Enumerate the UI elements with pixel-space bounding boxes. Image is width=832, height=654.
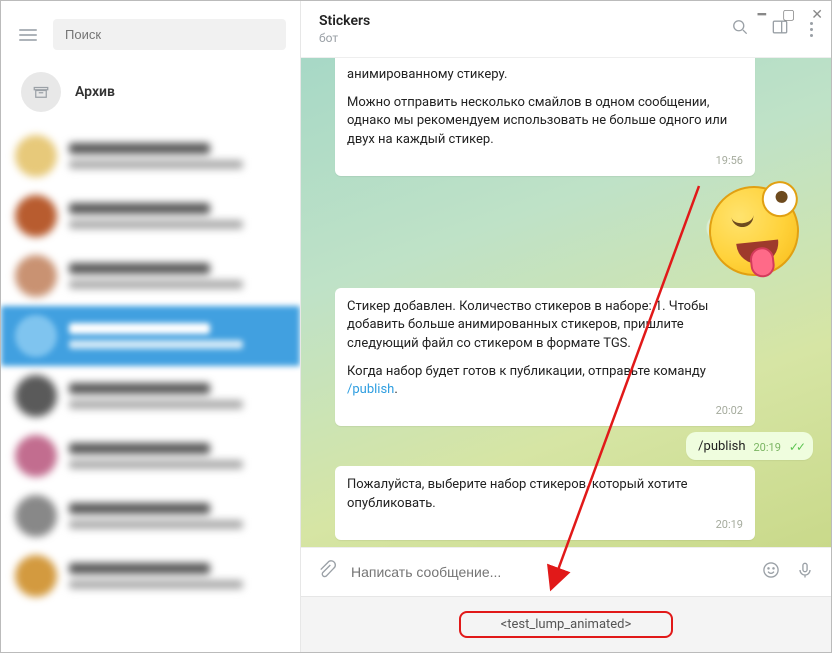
message-in: Пожалуйста, выберите набор стикеров, кот…	[335, 466, 755, 540]
hamburger-menu-icon[interactable]	[15, 25, 41, 45]
microphone-icon[interactable]	[795, 560, 815, 584]
message-in: Стикер добавлен. Количество стикеров в н…	[335, 288, 755, 426]
window-close-icon[interactable]: ✕	[811, 7, 823, 23]
message-time: 20:02	[347, 403, 743, 418]
sticker-wink-emoji[interactable]	[709, 186, 805, 282]
message-span: Когда набор будет готов к публикации, от…	[347, 364, 706, 379]
chat-item[interactable]	[1, 546, 300, 606]
publish-link[interactable]: /publish	[347, 382, 394, 397]
chat-item[interactable]	[1, 486, 300, 546]
message-span: .	[394, 382, 397, 397]
read-checks-icon: ✓✓	[789, 440, 803, 454]
window-maximize-icon[interactable]: ▢	[782, 7, 795, 23]
chat-list[interactable]	[1, 126, 300, 652]
chat-item-active[interactable]	[1, 306, 300, 366]
message-composer	[301, 547, 831, 596]
chat-item[interactable]	[1, 426, 300, 486]
window-minimize-icon[interactable]: ━	[758, 7, 766, 23]
keyboard-suggestion-bar: <test_lump_animated>	[301, 596, 831, 652]
chat-body[interactable]: анимированному стикеру. Можно отправить …	[301, 58, 831, 547]
search-input[interactable]	[53, 19, 286, 50]
archive-icon	[21, 72, 61, 112]
chat-item[interactable]	[1, 246, 300, 306]
chat-item[interactable]	[1, 126, 300, 186]
suggestion-text: <test_lump_animated>	[501, 617, 632, 632]
message-in: анимированному стикеру. Можно отправить …	[335, 58, 755, 176]
archive-row[interactable]: Архив	[1, 62, 300, 126]
chat-item[interactable]	[1, 366, 300, 426]
message-text: Можно отправить несколько смайлов в одно…	[347, 94, 743, 149]
message-text: Пожалуйста, выберите набор стикеров, кот…	[347, 476, 743, 512]
message-text: Когда набор будет готов к публикации, от…	[347, 363, 743, 399]
message-input[interactable]	[351, 564, 747, 580]
chat-header: Stickers бот	[301, 1, 831, 58]
chat-subtitle: бот	[319, 31, 370, 45]
message-text: анимированному стикеру.	[347, 66, 743, 84]
chat-item[interactable]	[1, 186, 300, 246]
attach-icon[interactable]	[317, 560, 337, 584]
message-text: Стикер добавлен. Количество стикеров в н…	[347, 298, 743, 353]
message-text: /publish	[698, 439, 745, 454]
emoji-icon[interactable]	[761, 560, 781, 584]
sidebar: Архив	[1, 1, 301, 652]
chat-title[interactable]: Stickers	[319, 13, 370, 29]
archive-label: Архив	[75, 84, 115, 100]
suggestion-button[interactable]: <test_lump_animated>	[459, 611, 674, 638]
more-options-icon[interactable]	[810, 22, 813, 37]
header-search-icon[interactable]	[730, 17, 750, 41]
message-out: /publish 20:19 ✓✓	[686, 432, 813, 460]
message-time: 20:19	[753, 441, 780, 454]
message-time: 20:19	[347, 517, 743, 532]
message-time: 19:56	[347, 153, 743, 168]
